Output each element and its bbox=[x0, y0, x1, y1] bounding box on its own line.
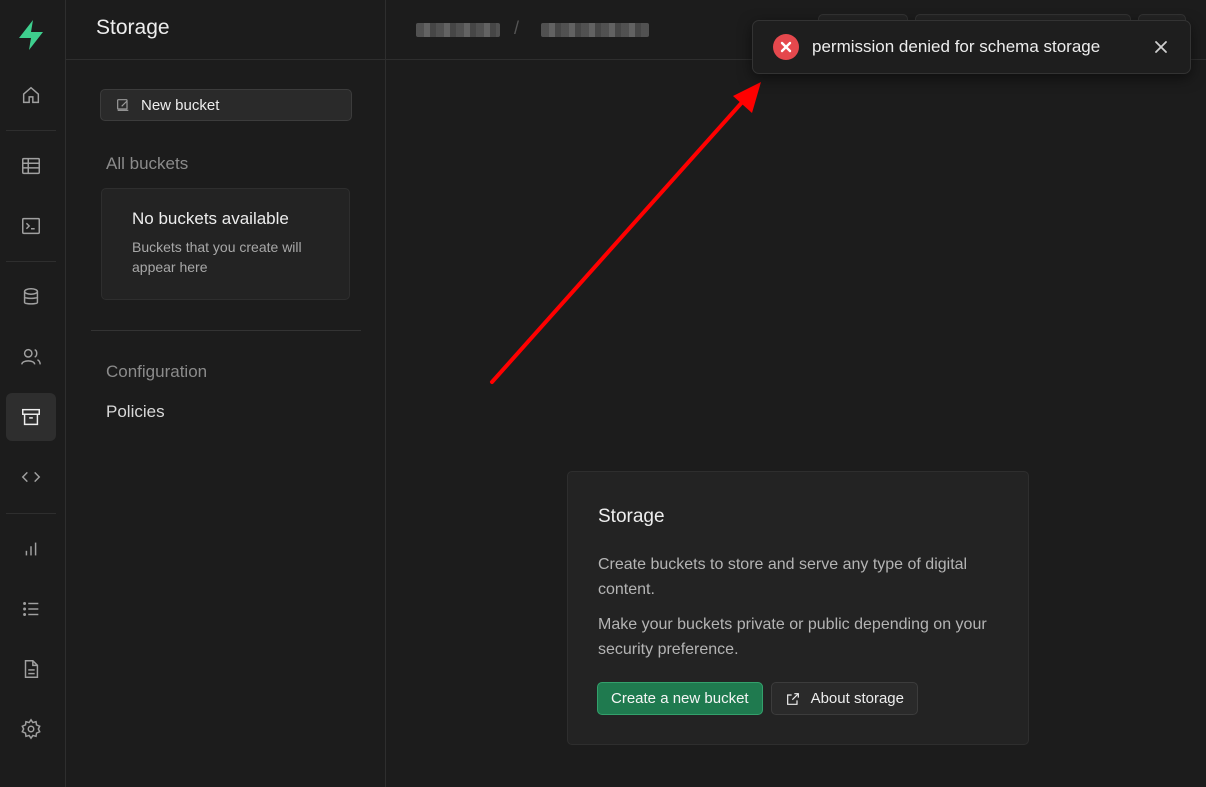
error-toast: permission denied for schema storage bbox=[752, 20, 1191, 74]
supabase-logo-icon[interactable] bbox=[13, 17, 49, 53]
breadcrumb-separator: / bbox=[514, 18, 520, 38]
edge-functions-icon[interactable] bbox=[6, 453, 56, 501]
storage-intro-card: Storage Create buckets to store and serv… bbox=[567, 471, 1029, 745]
external-link-icon bbox=[786, 692, 799, 705]
icon-rail bbox=[0, 0, 66, 787]
card-actions: Create a new bucket About storage bbox=[597, 682, 918, 715]
toast-message: permission denied for schema storage bbox=[812, 37, 1101, 56]
empty-buckets-title: No buckets available bbox=[132, 209, 289, 228]
edit-icon bbox=[117, 99, 129, 111]
breadcrumb-org-redacted[interactable] bbox=[416, 23, 500, 37]
close-icon[interactable] bbox=[1146, 32, 1176, 62]
new-bucket-button[interactable]: New bucket bbox=[100, 89, 352, 121]
create-bucket-button[interactable]: Create a new bucket bbox=[597, 682, 763, 715]
error-icon bbox=[773, 34, 799, 60]
sidebar-title: Storage bbox=[96, 16, 170, 39]
card-text-privacy: Make your buckets private or public depe… bbox=[598, 616, 987, 658]
sidebar-divider bbox=[91, 330, 361, 331]
policies-link[interactable]: Policies bbox=[106, 402, 165, 422]
about-storage-label: About storage bbox=[810, 690, 904, 707]
database-icon[interactable] bbox=[6, 273, 56, 321]
table-editor-icon[interactable] bbox=[6, 142, 56, 190]
reports-icon[interactable] bbox=[6, 525, 56, 573]
sql-editor-icon[interactable] bbox=[6, 202, 56, 250]
all-buckets-heading: All buckets bbox=[106, 154, 189, 173]
card-title: Storage bbox=[598, 506, 665, 527]
new-bucket-label: New bucket bbox=[141, 96, 220, 114]
empty-buckets-card: No buckets available Buckets that you cr… bbox=[101, 188, 350, 300]
storage-sidebar: Storage New bucket All buckets No bucket… bbox=[66, 0, 386, 787]
auth-icon[interactable] bbox=[6, 333, 56, 381]
card-text-create: Create buckets to store and serve any ty… bbox=[598, 556, 968, 598]
storage-icon[interactable] bbox=[6, 393, 56, 441]
breadcrumb-project-redacted[interactable] bbox=[541, 23, 649, 37]
configuration-heading: Configuration bbox=[106, 362, 208, 381]
app-window: Storage New bucket All buckets No bucket… bbox=[0, 0, 1206, 787]
settings-icon[interactable] bbox=[6, 705, 56, 753]
home-icon[interactable] bbox=[6, 71, 56, 119]
about-storage-button[interactable]: About storage bbox=[770, 682, 918, 715]
logs-icon[interactable] bbox=[6, 585, 56, 633]
empty-buckets-text: Buckets that you create will appear here bbox=[132, 239, 302, 275]
sidebar-header-divider bbox=[66, 59, 386, 60]
api-docs-icon[interactable] bbox=[6, 645, 56, 693]
